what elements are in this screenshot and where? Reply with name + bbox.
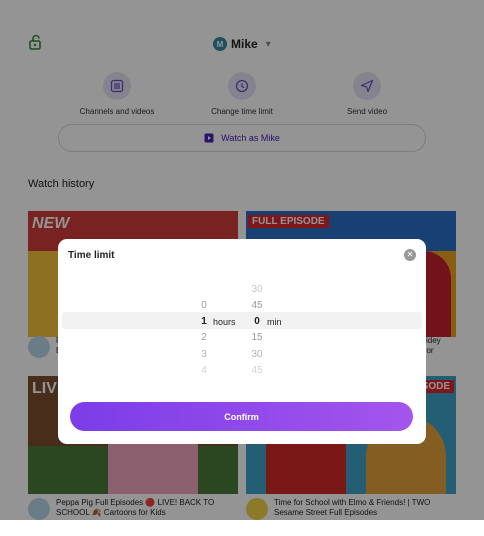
hours-unit-label: hours bbox=[213, 317, 236, 327]
picker-option: 45 bbox=[247, 300, 267, 311]
picker-option: 2 bbox=[194, 332, 214, 343]
dialog-title: Time limit bbox=[68, 250, 115, 261]
picker-option: 45 bbox=[247, 365, 267, 376]
confirm-button[interactable]: Confirm bbox=[70, 402, 413, 431]
picker-option: 4 bbox=[194, 365, 214, 376]
minutes-unit-label: min bbox=[267, 317, 282, 327]
time-limit-dialog: Time limit ✕ 0 1 2 3 4 hours 30 45 0 15 … bbox=[58, 239, 426, 444]
picker-option: 0 bbox=[194, 300, 214, 311]
picker-selected-minutes: 0 bbox=[247, 316, 267, 327]
picker-option: 30 bbox=[247, 349, 267, 360]
picker-option: 15 bbox=[247, 332, 267, 343]
picker-option: 3 bbox=[194, 349, 214, 360]
picker-option: 30 bbox=[247, 284, 267, 295]
picker-selected-hours: 1 bbox=[194, 316, 214, 327]
picker-selection-band bbox=[62, 312, 422, 329]
close-icon[interactable]: ✕ bbox=[404, 249, 416, 261]
